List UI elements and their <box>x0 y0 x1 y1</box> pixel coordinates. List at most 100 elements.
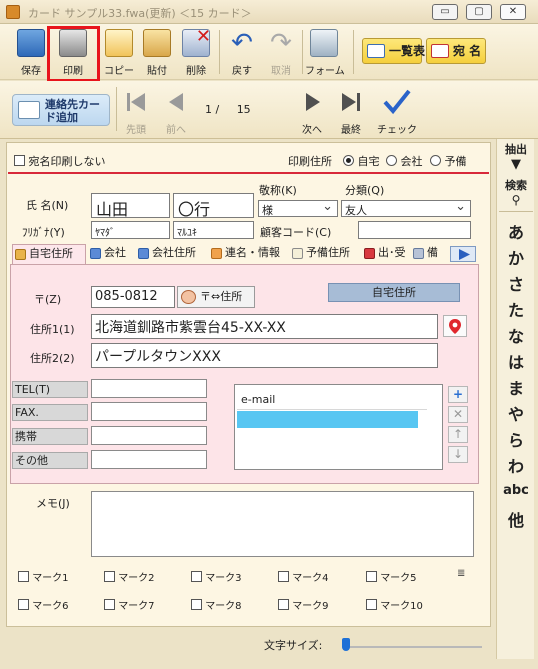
honorific-select[interactable]: 様 <box>258 199 338 217</box>
address2-field[interactable]: パープルタウンXXX <box>91 343 438 368</box>
tab-home-address[interactable]: 自宅住所 <box>12 244 86 264</box>
add-email-button[interactable]: + <box>448 386 468 403</box>
mark-8-checkbox[interactable]: マーク8 <box>191 597 242 612</box>
print-address-label: 印刷住所 <box>288 155 332 168</box>
no-print-checkbox-row[interactable]: 宛名印刷しない <box>14 153 106 169</box>
undo-button[interactable]: ↶ 戻す <box>223 27 261 77</box>
font-size-slider-track[interactable] <box>342 646 482 648</box>
index-wa[interactable]: わ <box>497 453 535 477</box>
no-print-checkbox[interactable] <box>14 155 25 166</box>
honorific-label: 敬称(K) <box>259 184 297 197</box>
email-list[interactable]: e-mail <box>234 384 443 470</box>
tab-notes[interactable]: 備 <box>411 244 449 264</box>
index-ma[interactable]: ま <box>497 375 535 399</box>
check-button[interactable]: チェック <box>377 87 417 136</box>
card-header-divider <box>8 172 489 174</box>
last-card-button[interactable]: 最終 <box>331 87 371 136</box>
tab-scroll-right-button[interactable] <box>450 246 476 262</box>
paste-button[interactable]: 貼付 <box>138 27 176 77</box>
given-name-field[interactable]: 〇行 <box>173 193 254 218</box>
mail-icon <box>364 248 375 259</box>
customer-code-label: 顧客コード(C) <box>260 226 332 239</box>
tab-spare-address[interactable]: 予備住所 <box>290 244 360 264</box>
mark-6-checkbox[interactable]: マーク6 <box>18 597 69 612</box>
given-name-kana-field[interactable]: ﾏﾙﾕｷ <box>173 221 254 239</box>
fax-field[interactable] <box>91 402 207 421</box>
copy-button[interactable]: コピー <box>100 27 138 77</box>
filter-button[interactable]: 抽出 ▼ <box>497 141 535 172</box>
zip-field[interactable]: 085-0812 <box>91 286 175 308</box>
index-sa[interactable]: さ <box>497 271 535 295</box>
first-card-button[interactable]: 先頭 <box>116 87 156 136</box>
arrow-right-icon <box>459 249 470 260</box>
mark-3-checkbox[interactable]: マーク3 <box>191 569 242 584</box>
tab-company[interactable]: 会社 <box>88 244 134 264</box>
move-email-up-button[interactable]: ↑ <box>448 426 468 443</box>
index-ha[interactable]: は <box>497 349 535 373</box>
mark-2-checkbox[interactable]: マーク2 <box>104 569 155 584</box>
save-button[interactable]: 保存 <box>12 27 50 77</box>
checkmark-icon <box>383 89 411 115</box>
delete-button[interactable]: ✕ 削除 <box>177 26 215 77</box>
index-abc[interactable]: abc <box>497 483 535 498</box>
print-address-spare-radio[interactable]: 予備 <box>430 153 467 169</box>
toolbar-divider <box>219 30 220 74</box>
search-icon: ⚲ <box>511 193 521 207</box>
index-a[interactable]: あ <box>497 219 535 243</box>
tab-company-address[interactable]: 会社住所 <box>136 244 206 264</box>
close-button[interactable]: ✕ <box>500 4 526 20</box>
mark-7-checkbox[interactable]: マーク7 <box>104 597 155 612</box>
addressee-button[interactable]: 宛 名 <box>426 38 486 64</box>
index-other[interactable]: 他 <box>497 507 535 531</box>
email-row-selected[interactable] <box>237 411 418 428</box>
memo-label: メモ(J) <box>36 497 70 510</box>
remove-email-button[interactable]: ✕ <box>448 406 468 423</box>
status-bar: 文字サイズ: <box>6 628 491 659</box>
mark-9-checkbox[interactable]: マーク9 <box>278 597 329 612</box>
tel-field[interactable] <box>91 379 207 398</box>
minimize-button[interactable]: ▭ <box>432 4 458 20</box>
address1-field[interactable]: 北海道釧路市紫雲台45-XX-XX <box>91 314 438 339</box>
next-card-button[interactable]: 次へ <box>292 87 332 136</box>
other-field[interactable] <box>91 450 207 469</box>
toolbar-divider <box>302 30 303 74</box>
index-na[interactable]: な <box>497 323 535 347</box>
mark-5-checkbox[interactable]: マーク5 <box>366 569 417 584</box>
print-address-home-radio[interactable]: 自宅 <box>343 153 380 169</box>
index-ra[interactable]: ら <box>497 427 535 451</box>
move-email-down-button[interactable]: ↓ <box>448 446 468 463</box>
category-select[interactable]: 友人 <box>341 199 471 217</box>
surname-field[interactable]: 山田 <box>91 193 170 218</box>
skip-last-icon <box>342 93 360 111</box>
surname-kana-field[interactable]: ﾔﾏﾀﾞ <box>91 221 170 239</box>
previous-card-button[interactable]: 前へ <box>156 87 196 136</box>
checkbox-icon <box>18 571 29 582</box>
index-ka[interactable]: か <box>497 245 535 269</box>
customer-code-field[interactable] <box>358 221 471 239</box>
form-button[interactable]: フォーム <box>305 27 345 77</box>
next-icon <box>306 93 320 111</box>
index-ta[interactable]: た <box>497 297 535 321</box>
tab-sent-received[interactable]: 出･受 <box>362 244 408 264</box>
add-contact-card-button[interactable]: 連絡先カード追加 <box>12 94 110 126</box>
search-button[interactable]: 検索 ⚲ <box>497 177 535 207</box>
zip-address-convert-button[interactable]: 〒⇔住所 <box>177 286 255 308</box>
list-view-button[interactable]: 一覧表 <box>362 38 425 64</box>
tab-joint-names-info[interactable]: 連名・情報 <box>209 244 287 264</box>
mobile-field[interactable] <box>91 426 207 445</box>
address-type-indicator: 自宅住所 <box>328 283 460 302</box>
mark-4-checkbox[interactable]: マーク4 <box>278 569 329 584</box>
radio-selected-icon <box>343 155 354 166</box>
mark-settings-icon[interactable]: ≣ <box>457 568 465 579</box>
map-button[interactable] <box>443 315 467 337</box>
print-address-company-radio[interactable]: 会社 <box>386 153 423 169</box>
memo-field[interactable] <box>91 491 474 557</box>
mark-1-checkbox[interactable]: マーク1 <box>18 569 69 584</box>
font-size-slider-thumb[interactable] <box>342 638 350 651</box>
redo-button[interactable]: ↷ 取消 <box>262 27 300 77</box>
building-address-icon <box>138 248 149 259</box>
maximize-button[interactable]: ▢ <box>466 4 492 20</box>
email-header: e-mail <box>241 393 276 406</box>
index-ya[interactable]: や <box>497 401 535 425</box>
mark-10-checkbox[interactable]: マーク10 <box>366 597 423 612</box>
